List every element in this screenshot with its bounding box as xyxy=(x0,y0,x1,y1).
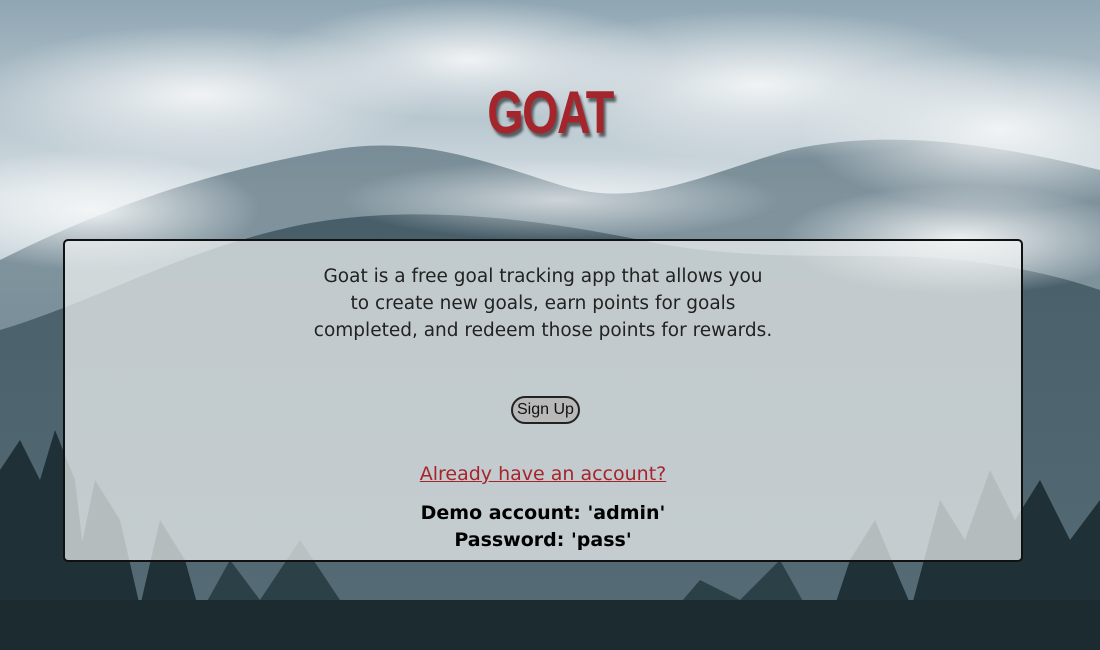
login-link[interactable]: Already have an account? xyxy=(420,463,667,485)
demo-account-text: Demo account: 'admin' xyxy=(420,502,666,524)
app-logo: GOAT xyxy=(487,79,614,146)
signup-button[interactable]: Sign Up xyxy=(511,396,580,424)
intro-card: Goat is a free goal tracking app that al… xyxy=(63,239,1023,562)
demo-password-text: Password: 'pass' xyxy=(454,529,632,551)
app-description: Goat is a free goal tracking app that al… xyxy=(313,266,773,341)
login-link-container: Already have an account? xyxy=(65,461,1021,487)
demo-credentials: Demo account: 'admin' Password: 'pass' xyxy=(65,500,1021,554)
